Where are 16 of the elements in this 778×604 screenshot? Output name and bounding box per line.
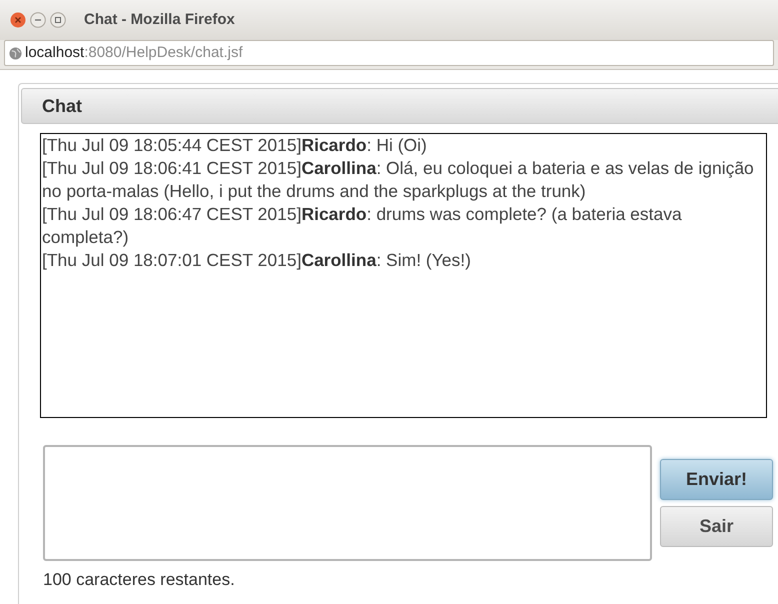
panel-title: Chat: [42, 94, 82, 118]
chat-message: [Thu Jul 09 18:07:01 CEST 2015]Carollina: Sim! (Yes!): [42, 249, 472, 272]
chat-message: [Thu Jul 09 18:06:47 CEST 2015]Ricardo: drums was complete? (a bateria estava completa?): [42, 203, 683, 249]
address-bar[interactable]: localhost:8080/HelpDesk/chat.jsf: [4, 40, 774, 66]
close-icon[interactable]: [10, 12, 26, 28]
character-counter: 100 caracteres restantes.: [43, 569, 236, 591]
minimize-icon[interactable]: [30, 12, 46, 28]
exit-button[interactable]: Sair: [660, 506, 773, 547]
url-text: localhost:8080/HelpDesk/chat.jsf: [25, 42, 243, 63]
message-field[interactable]: [43, 445, 652, 561]
send-button[interactable]: Enviar!: [660, 459, 773, 500]
chat-message: [Thu Jul 09 18:05:44 CEST 2015]Ricardo: Hi (Oi): [42, 134, 428, 157]
maximize-icon[interactable]: [50, 12, 66, 28]
chat-message: [Thu Jul 09 18:06:41 CEST 2015]Carollina: Olá, eu coloquei a bateria e as velas de ignição no porta-malas (Hello, i put the drums and the sparkplugs at the trunk): [42, 157, 755, 203]
globe-icon: [9, 46, 22, 60]
window-title: Chat - Mozilla Firefox: [84, 10, 235, 30]
